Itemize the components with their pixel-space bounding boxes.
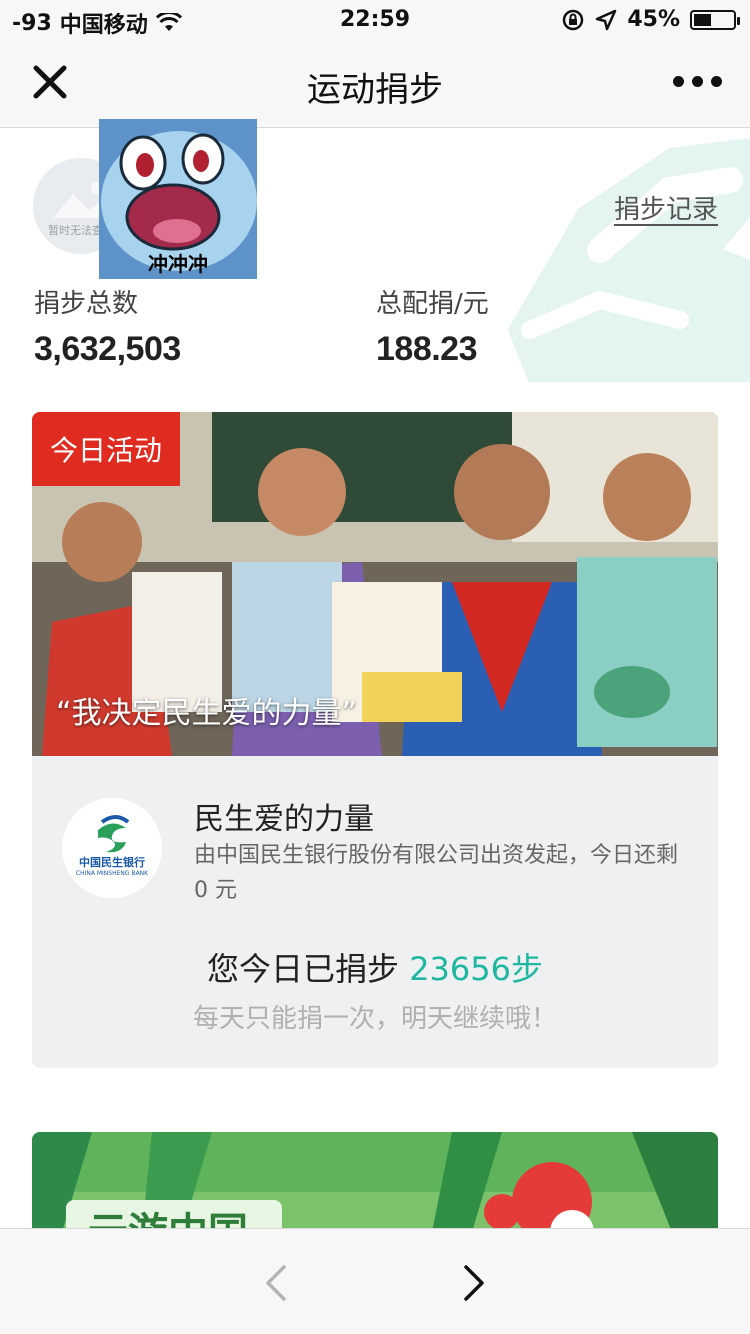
- minsheng-bank-logo-icon: [98, 815, 130, 853]
- donated-hint: 每天只能捐一次，明天继续哦！: [192, 1004, 557, 1034]
- status-right: 45%: [561, 7, 740, 32]
- org-logo: 中国民生银行 CHINA MINSHENG BANK: [62, 798, 162, 898]
- photo-caption: “我决定民生爱的力量”: [56, 696, 358, 731]
- bottom-toolbar: [0, 1228, 750, 1334]
- more-dot: [711, 76, 722, 87]
- screen: -93 中国移动 22:59 45% 运动捐步 暂时无法查看 冲冲冲 捐步记录 …: [0, 0, 750, 1334]
- more-icon[interactable]: [673, 76, 722, 87]
- donated-steps: 23656步: [409, 950, 543, 988]
- total-steps-label: 捐步总数: [34, 289, 139, 319]
- battery-percent: 45%: [627, 7, 680, 32]
- battery-icon: [690, 9, 740, 30]
- next-activity-card[interactable]: 云游中国: [32, 1132, 718, 1232]
- sticker-image: 冲冲冲: [99, 119, 257, 279]
- activity-photo: 今日活动 “我决定民生爱的力量”: [32, 412, 718, 756]
- project-description: 由中国民生银行股份有限公司出资发起，今日还剩 0 元: [194, 843, 679, 903]
- project-title: 民生爱的力量: [194, 802, 374, 837]
- total-steps-value: 3,632,503: [34, 330, 181, 368]
- step-record-link[interactable]: 捐步记录: [614, 189, 718, 226]
- chevron-left-icon[interactable]: [258, 1263, 294, 1303]
- shoe-watermark-icon: [507, 137, 750, 382]
- more-dot: [673, 76, 684, 87]
- chevron-right-icon[interactable]: [456, 1263, 492, 1303]
- nav-bar: 运动捐步: [0, 40, 750, 128]
- sticker-caption: 冲冲冲: [148, 252, 208, 276]
- battery-level: [694, 13, 712, 26]
- bank-name: 中国民生银行: [79, 856, 145, 869]
- total-money-label: 总配捐/元: [376, 289, 489, 319]
- activity-card[interactable]: 今日活动 “我决定民生爱的力量” 中国民生银行 CHINA MINSHENG B…: [32, 412, 718, 1068]
- total-money-value: 188.23: [376, 330, 478, 368]
- today-activity-badge: 今日活动: [32, 412, 180, 486]
- status-bar: -93 中国移动 22:59 45%: [0, 0, 750, 40]
- location-arrow-icon: [596, 9, 617, 30]
- rotation-lock-icon: [563, 9, 584, 30]
- donated-status: 您今日已捐步 23656步: [32, 944, 718, 990]
- more-dot: [692, 76, 703, 87]
- bank-name-en: CHINA MINSHENG BANK: [75, 870, 149, 877]
- page-title: 运动捐步: [307, 70, 443, 110]
- donated-prefix: 您今日已捐步: [207, 950, 400, 988]
